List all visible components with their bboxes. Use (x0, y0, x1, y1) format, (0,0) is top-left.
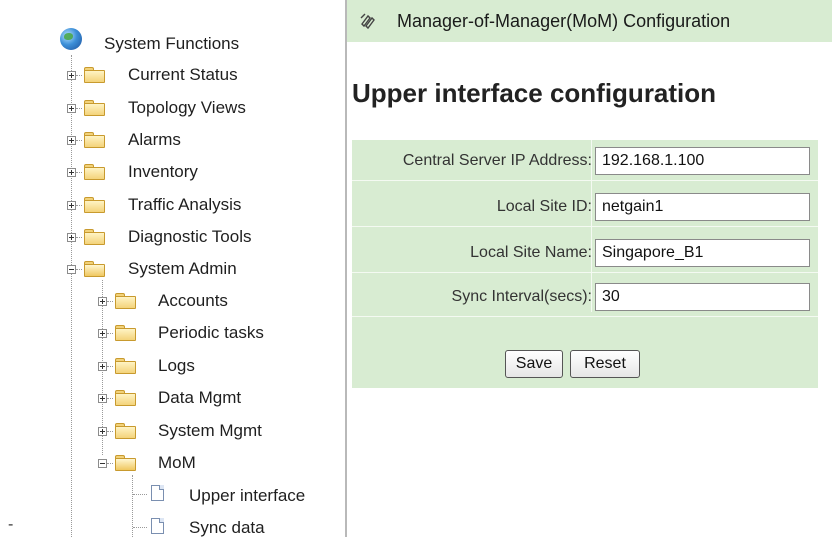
form-row-separator (352, 226, 818, 227)
tree-item-label: Upper interface (189, 486, 306, 505)
folder-icon (115, 423, 136, 439)
folder-icon (84, 67, 105, 83)
tree-item-label: System Mgmt (158, 421, 262, 440)
expand-icon[interactable] (98, 394, 107, 403)
collapse-icon[interactable] (67, 265, 76, 274)
document-icon (151, 518, 164, 534)
tree-item-label: Accounts (158, 291, 228, 310)
expand-icon[interactable] (67, 71, 76, 80)
tree-item-label: Inventory (128, 162, 198, 181)
tree-connector (76, 172, 82, 173)
expand-icon[interactable] (98, 362, 107, 371)
central-server-ip-input[interactable] (595, 147, 810, 175)
footer-mark: - (8, 516, 14, 533)
tree-item-label: Topology Views (128, 98, 246, 117)
open-folder-icon (84, 261, 105, 277)
form-row-sync-interval: Sync Interval(secs): (352, 280, 818, 314)
tree-root-label: System Functions (104, 34, 240, 53)
tree-connector (76, 205, 82, 206)
form-row-separator (352, 316, 818, 317)
expand-icon[interactable] (98, 297, 107, 306)
expand-icon[interactable] (67, 168, 76, 177)
form-row-separator (352, 180, 818, 181)
local-site-name-label: Local Site Name: (470, 244, 592, 261)
tree-connector (76, 108, 82, 109)
config-icon (359, 12, 377, 30)
tree-item-label: Diagnostic Tools (128, 227, 252, 246)
tree-item-label: Logs (158, 356, 195, 375)
tree-connector (107, 463, 113, 464)
form-row-separator (352, 272, 818, 273)
folder-icon (84, 100, 105, 116)
tree-connector (107, 398, 113, 399)
form-row-central-server-ip: Central Server IP Address: (352, 144, 818, 178)
page-title: Upper interface configuration (352, 78, 717, 108)
expand-icon[interactable] (98, 427, 107, 436)
tree-connector (107, 366, 113, 367)
folder-icon (115, 293, 136, 309)
tree-connector (76, 269, 82, 270)
tree-item-label: Alarms (128, 130, 181, 149)
form-row-local-site-name: Local Site Name: (352, 236, 818, 270)
tree-connector (107, 333, 113, 334)
tree-connector (133, 494, 147, 495)
save-button[interactable]: Save (505, 350, 563, 378)
content-frame: Manager-of-Manager(MoM) Configuration Up… (347, 0, 832, 537)
expand-icon[interactable] (67, 233, 76, 242)
document-icon (151, 485, 164, 501)
local-site-id-input[interactable] (595, 193, 810, 221)
folder-icon (84, 197, 105, 213)
open-folder-icon (115, 455, 136, 471)
tree-item-label: Sync data (189, 518, 265, 537)
globe-icon (60, 28, 82, 50)
tree-item-label: Traffic Analysis (128, 195, 242, 214)
expand-icon[interactable] (98, 329, 107, 338)
local-site-id-label: Local Site ID: (496, 198, 592, 215)
folder-icon (84, 132, 105, 148)
page-header-bar: Manager-of-Manager(MoM) Configuration (347, 0, 832, 42)
sync-interval-label: Sync Interval(secs): (451, 288, 592, 305)
local-site-name-input[interactable] (595, 239, 810, 267)
page-header-title: Manager-of-Manager(MoM) Configuration (397, 11, 731, 31)
form-row-local-site-id: Local Site ID: (352, 190, 818, 224)
sync-interval-input[interactable] (595, 283, 810, 311)
collapse-icon[interactable] (98, 459, 107, 468)
upper-interface-form: Central Server IP Address: Local Site ID… (352, 140, 818, 388)
folder-icon (115, 390, 136, 406)
tree-guide-line (71, 55, 72, 537)
folder-icon (115, 325, 136, 341)
expand-icon[interactable] (67, 136, 76, 145)
expand-icon[interactable] (67, 201, 76, 210)
tree-connector (76, 140, 82, 141)
folder-icon (84, 229, 105, 245)
tree-root[interactable]: System Functions (104, 32, 239, 56)
tree-connector (76, 237, 82, 238)
reset-button[interactable]: Reset (570, 350, 640, 378)
tree-connector (133, 527, 147, 528)
tree-connector (107, 301, 113, 302)
tree-item-label: Periodic tasks (158, 323, 264, 342)
tree-connector (107, 431, 113, 432)
central-server-ip-label: Central Server IP Address: (402, 152, 592, 169)
tree-item-label: MoM (158, 453, 196, 472)
folder-icon (115, 358, 136, 374)
tree-item-label: System Admin (128, 259, 237, 278)
navigation-tree: System Functions Current Status Topology… (0, 0, 345, 537)
tree-connector (76, 75, 82, 76)
tree-item-label: Data Mgmt (158, 388, 242, 407)
folder-icon (84, 164, 105, 180)
expand-icon[interactable] (67, 104, 76, 113)
tree-item-label: Current Status (128, 65, 238, 84)
